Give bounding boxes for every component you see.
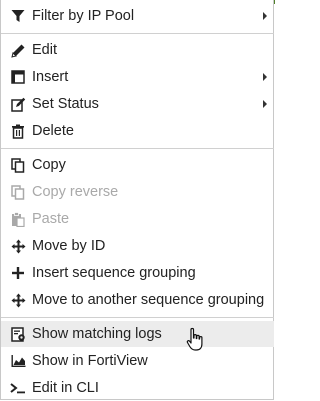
menu-separator [1, 33, 274, 34]
menu-item-label: Filter by IP Pool [32, 8, 135, 24]
menu-item-label: Insert [32, 69, 69, 85]
menu-item-edit-in-cli[interactable]: Edit in CLI [1, 375, 274, 401]
copy-icon [10, 184, 26, 200]
move-arrows-icon [10, 292, 26, 308]
menu-item-label: Copy reverse [32, 184, 119, 200]
menu-item-copy[interactable]: Copy [1, 152, 274, 178]
menu-item-label: Paste [32, 211, 70, 227]
terminal-icon [10, 380, 26, 396]
submenu-arrow-icon [263, 100, 267, 108]
menu-separator [1, 148, 274, 149]
trash-icon [10, 123, 26, 139]
hand-cursor-icon [186, 327, 206, 358]
menu-item-label: Copy [32, 157, 66, 173]
insert-icon [10, 69, 26, 85]
edit-status-icon [10, 96, 26, 112]
move-arrows-icon [10, 238, 26, 254]
menu-item-label: Move to another sequence grouping [32, 292, 265, 308]
menu-item-label: Show in FortiView [32, 353, 148, 369]
menu-item-delete[interactable]: Delete [1, 118, 274, 144]
menu-item-label: Insert sequence grouping [32, 265, 196, 281]
menu-item-label: Edit [32, 42, 57, 58]
menu-item-label: Move by ID [32, 238, 106, 254]
menu-item-paste[interactable]: Paste [1, 206, 274, 232]
paste-icon [10, 211, 26, 227]
menu-item-filter-by-ip-pool[interactable]: Filter by IP Pool [1, 3, 274, 29]
menu-item-set-status[interactable]: Set Status [1, 91, 274, 117]
context-menu: Filter by IP Pool Edit Insert Set Status… [0, 0, 274, 400]
menu-item-edit[interactable]: Edit [1, 37, 274, 63]
menu-item-move-to-another-sequence-grouping[interactable]: Move to another sequence grouping [1, 287, 274, 313]
submenu-arrow-icon [263, 73, 267, 81]
logs-gear-icon [10, 326, 26, 342]
menu-item-label: Set Status [32, 96, 99, 112]
menu-item-label: Edit in CLI [32, 380, 99, 396]
menu-item-label: Show matching logs [32, 326, 162, 342]
menu-item-insert-sequence-grouping[interactable]: Insert sequence grouping [1, 260, 274, 286]
menu-separator [1, 317, 274, 318]
area-chart-icon [10, 353, 26, 369]
menu-item-label: Delete [32, 123, 74, 139]
menu-item-insert[interactable]: Insert [1, 64, 274, 90]
copy-icon [10, 157, 26, 173]
menu-item-show-in-fortiview[interactable]: Show in FortiView [1, 348, 274, 374]
menu-item-move-by-id[interactable]: Move by ID [1, 233, 274, 259]
submenu-arrow-icon [263, 12, 267, 20]
plus-icon [10, 265, 26, 281]
menu-item-copy-reverse[interactable]: Copy reverse [1, 179, 274, 205]
filter-icon [10, 8, 26, 24]
pencil-icon [10, 42, 26, 58]
menu-item-show-matching-logs[interactable]: Show matching logs [1, 321, 274, 347]
